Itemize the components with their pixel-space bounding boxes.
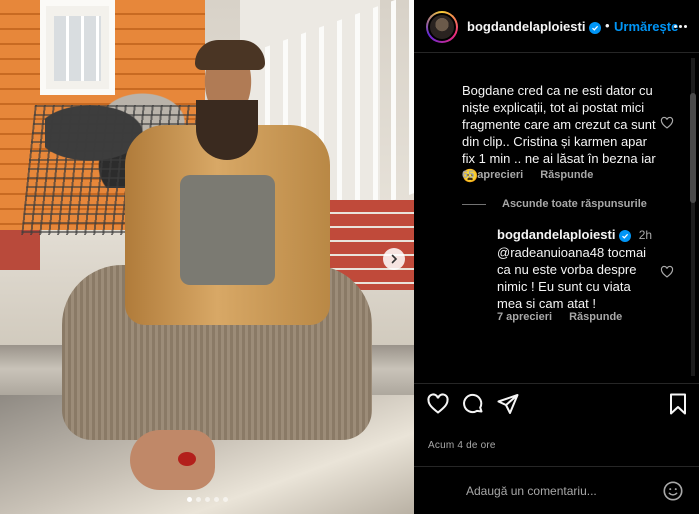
reply-time: 2h — [638, 228, 653, 242]
reply-comment: bogdandelaploiesti 2h @radeanuioana48 to… — [497, 226, 657, 312]
reply-username[interactable]: bogdandelaploiesti — [497, 227, 615, 242]
comments-list[interactable]: Bogdane cred ca ne esti dator cu niște e… — [414, 53, 699, 383]
heart-icon[interactable] — [660, 265, 674, 279]
reply-meta: 7 aprecieri Răspunde — [497, 311, 636, 323]
next-slide-button[interactable] — [383, 248, 405, 270]
add-comment-input[interactable] — [466, 481, 651, 501]
heart-icon[interactable] — [660, 116, 674, 130]
verified-icon — [589, 22, 602, 34]
photo-brick-left — [0, 230, 40, 270]
share-icon[interactable] — [496, 392, 520, 416]
carousel-dot[interactable] — [196, 497, 201, 502]
comment-likes[interactable]: 65 aprecieri — [462, 169, 523, 181]
photo-beard — [196, 100, 258, 160]
post-photo[interactable] — [0, 0, 414, 514]
reply-likes[interactable]: 7 aprecieri — [497, 311, 552, 323]
carousel-dot[interactable] — [223, 497, 228, 502]
follow-button[interactable]: Urmărește — [614, 19, 678, 34]
chevron-right-icon — [391, 254, 398, 264]
heart-icon[interactable] — [426, 392, 450, 416]
follow-separator: • — [605, 18, 610, 33]
avatar[interactable] — [426, 11, 458, 43]
more-options-icon[interactable] — [670, 16, 690, 36]
photo-shirt — [180, 175, 275, 285]
photo-hair — [195, 40, 265, 70]
carousel-dots — [187, 497, 228, 502]
add-comment-row — [414, 466, 699, 514]
username[interactable]: bogdandelaploiesti — [467, 19, 602, 34]
save-icon[interactable] — [666, 392, 690, 416]
carousel-dot[interactable] — [214, 497, 219, 502]
post-actions — [414, 383, 699, 423]
post-timestamp: Acum 4 de ore — [428, 440, 496, 451]
carousel-dot[interactable] — [205, 497, 210, 502]
reply-button[interactable]: Răspunde — [540, 169, 593, 181]
post-header: bogdandelaploiesti • Urmărește — [414, 0, 699, 53]
photo-wound — [178, 452, 196, 466]
carousel-dot[interactable] — [187, 497, 192, 502]
verified-icon — [619, 230, 632, 242]
post-side-panel: bogdandelaploiesti • Urmărește Bogdane c… — [414, 0, 699, 514]
reply-button[interactable]: Răspunde — [569, 311, 622, 323]
photo-foot — [130, 430, 215, 490]
comment-icon[interactable] — [461, 392, 485, 416]
comments-scrollbar[interactable] — [689, 58, 697, 376]
reply-text: @radeanuioana48 tocmai ca nu este vorba … — [497, 245, 647, 311]
hide-replies-button[interactable]: Ascunde toate răspunsurile — [462, 198, 647, 210]
emoji-icon[interactable] — [662, 480, 684, 502]
comment-meta: 65 aprecieri Răspunde — [462, 169, 607, 181]
